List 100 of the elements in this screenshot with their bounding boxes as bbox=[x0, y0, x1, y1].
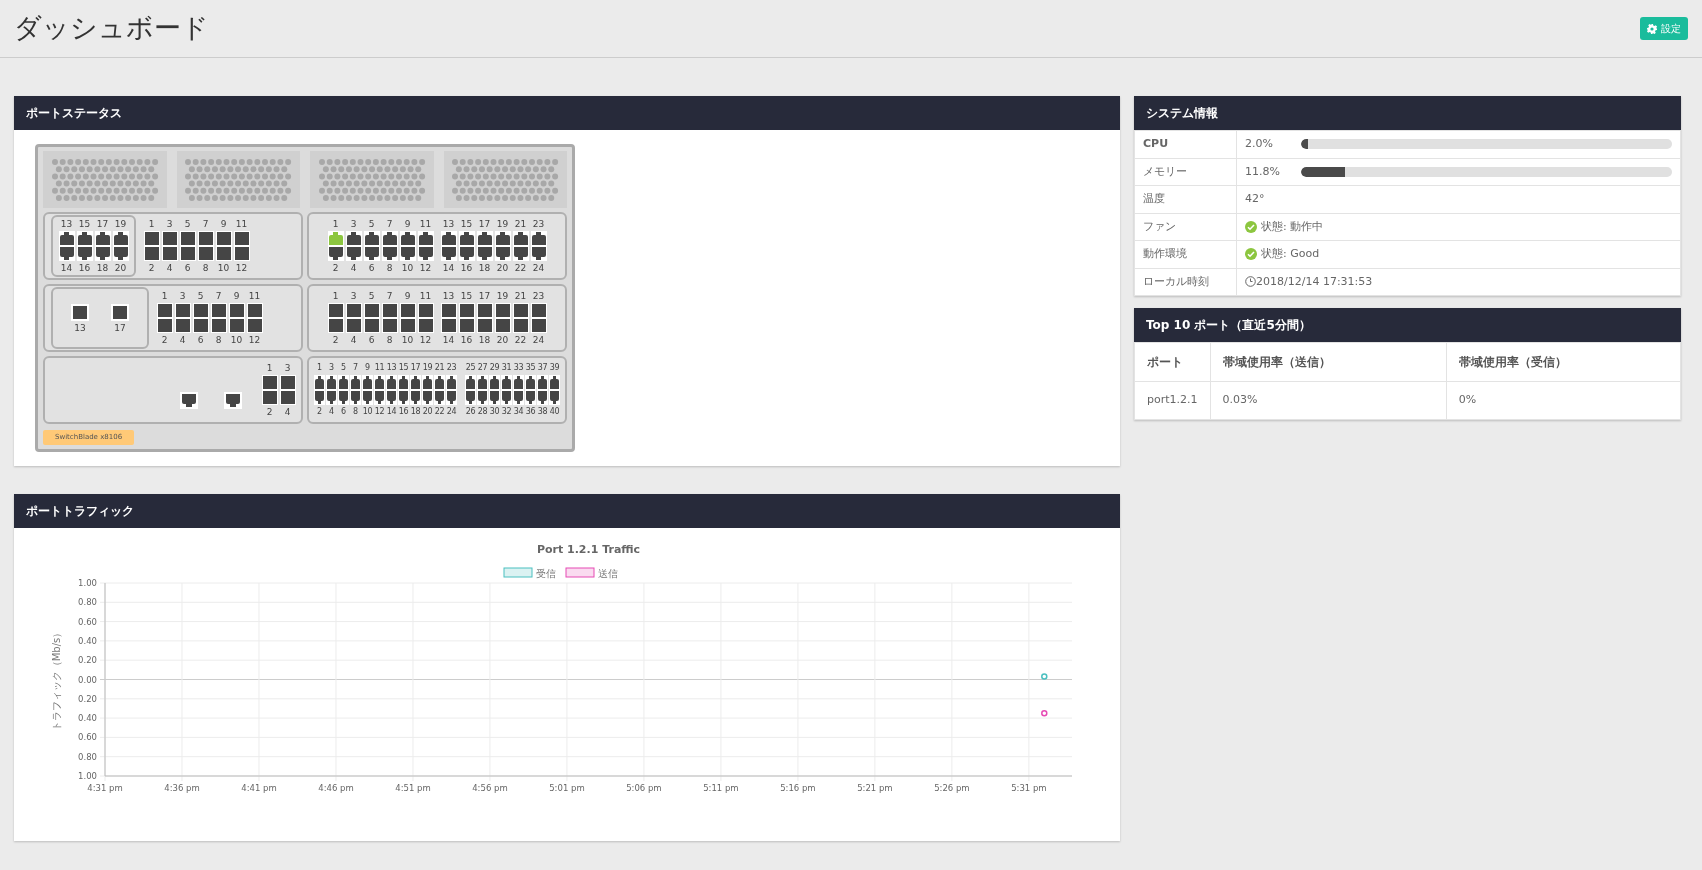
port-number: 11 bbox=[419, 291, 432, 301]
status-text: 状態: 動作中 bbox=[1261, 218, 1324, 235]
column-header: 帯域使用率（送信） bbox=[1210, 342, 1447, 382]
port-number: 2 bbox=[317, 407, 322, 417]
port-number: 17 bbox=[96, 219, 109, 229]
port-number: 24 bbox=[446, 407, 457, 417]
page-title: ダッシュボード bbox=[14, 12, 209, 45]
port-number: 5 bbox=[184, 219, 191, 229]
port-number: 4 bbox=[350, 335, 357, 345]
port-number: 2 bbox=[332, 335, 339, 345]
port-number: 21 bbox=[434, 363, 445, 373]
port-number: 33 bbox=[513, 363, 524, 373]
port-number: 19 bbox=[114, 219, 127, 229]
axis-tick-label: 5:01 pm bbox=[549, 782, 585, 793]
port-number: 3 bbox=[350, 219, 357, 229]
port-number: 22 bbox=[434, 407, 445, 417]
port-number: 7 bbox=[386, 219, 393, 229]
port-number: 14 bbox=[60, 263, 73, 273]
port-number: 5 bbox=[341, 363, 346, 373]
panel-title: ポートトラフィック bbox=[26, 502, 134, 520]
port-number: 40 bbox=[549, 407, 560, 417]
port-number: 4 bbox=[350, 263, 357, 273]
table-cell: 温度 bbox=[1134, 185, 1237, 213]
port-number: 15 bbox=[78, 219, 91, 229]
port-number: 11 bbox=[235, 219, 248, 229]
column-header: ポート bbox=[1134, 342, 1211, 382]
port-number: 3 bbox=[350, 291, 357, 301]
port-number: 18 bbox=[478, 263, 491, 273]
metric-value: 11.8% bbox=[1245, 163, 1281, 180]
port-number: 4 bbox=[179, 335, 186, 345]
column-header: 帯域使用率（受信） bbox=[1446, 342, 1681, 382]
table-cell: CPU bbox=[1134, 130, 1237, 158]
port-number: 29 bbox=[489, 363, 500, 373]
port-number: 2 bbox=[266, 407, 273, 417]
port-number: 9 bbox=[233, 291, 240, 301]
panel-title: Top 10 ポート（直近5分間） bbox=[1146, 317, 1311, 334]
table-cell: メモリー bbox=[1134, 158, 1237, 186]
port-number: 8 bbox=[353, 407, 358, 417]
table-cell: 0% bbox=[1446, 381, 1681, 419]
axis-tick-label: 4:41 pm bbox=[241, 782, 277, 793]
panel-title: システム情報 bbox=[1146, 105, 1218, 122]
port-number: 6 bbox=[184, 263, 191, 273]
port-number: 11 bbox=[248, 291, 261, 301]
port-number: 3 bbox=[284, 363, 291, 373]
table-cell: ファン bbox=[1134, 213, 1237, 241]
axis-title: トラフィック（Mb/s） bbox=[51, 627, 62, 731]
port-number: 8 bbox=[386, 335, 393, 345]
port-number: 21 bbox=[514, 219, 527, 229]
port-number: 31 bbox=[501, 363, 512, 373]
port-number: 1 bbox=[332, 219, 339, 229]
port-number: 10 bbox=[362, 407, 373, 417]
port-number: 38 bbox=[537, 407, 548, 417]
port-number: 13 bbox=[60, 219, 73, 229]
port-number: 15 bbox=[460, 291, 473, 301]
status-text: 状態: Good bbox=[1261, 246, 1320, 262]
port-number: 23 bbox=[532, 219, 545, 229]
table-cell: 0.03% bbox=[1210, 381, 1447, 419]
port-number: 14 bbox=[386, 407, 397, 417]
port-number: 1 bbox=[332, 291, 339, 301]
port-number: 22 bbox=[514, 335, 527, 345]
port-number: 2 bbox=[161, 335, 168, 345]
port-number: 3 bbox=[166, 219, 173, 229]
port-number: 3 bbox=[179, 291, 186, 301]
table-cell: 動作環境 bbox=[1134, 240, 1237, 268]
port-number: 20 bbox=[114, 263, 127, 273]
axis-tick-label: 4:31 pm bbox=[87, 782, 123, 793]
metric-value: 42° bbox=[1245, 192, 1265, 205]
axis-tick-label: 4:46 pm bbox=[318, 782, 354, 793]
port-number: 6 bbox=[368, 263, 375, 273]
port-number: 14 bbox=[442, 263, 455, 273]
legend-label: 送信 bbox=[598, 567, 618, 579]
axis-tick-label: 0.20 bbox=[78, 693, 97, 704]
axis-tick-label: 0.40 bbox=[78, 635, 97, 646]
port-number: 34 bbox=[513, 407, 524, 417]
port-number: 18 bbox=[478, 335, 491, 345]
axis-tick-label: 0.80 bbox=[78, 596, 97, 607]
port-number: 7 bbox=[353, 363, 358, 373]
axis-tick-label: 1.00 bbox=[78, 770, 97, 781]
port-number: 13 bbox=[442, 219, 455, 229]
chart-title: Port 1.2.1 Traffic bbox=[536, 542, 641, 556]
port-number: 16 bbox=[460, 263, 473, 273]
port-number: 36 bbox=[525, 407, 536, 417]
port-number: 12 bbox=[419, 335, 432, 345]
axis-tick-label: 4:56 pm bbox=[472, 782, 508, 793]
port-number: 10 bbox=[230, 335, 243, 345]
port-number: 4 bbox=[166, 263, 173, 273]
port-number: 16 bbox=[78, 263, 91, 273]
port-number: 2 bbox=[148, 263, 155, 273]
axis-tick-label: 5:06 pm bbox=[626, 782, 662, 793]
port-number: 7 bbox=[202, 219, 209, 229]
port-number: 1 bbox=[161, 291, 168, 301]
axis-tick-label: 0.60 bbox=[78, 616, 97, 627]
port-number: 16 bbox=[460, 335, 473, 345]
time-text: 2018/12/14 17:31:53 bbox=[1256, 273, 1373, 290]
port-number: 9 bbox=[404, 219, 411, 229]
axis-tick-label: 4:51 pm bbox=[395, 782, 431, 793]
port-number: 25 bbox=[465, 363, 476, 373]
port-number: 6 bbox=[341, 407, 346, 417]
port-number: 2 bbox=[332, 263, 339, 273]
port-number: 8 bbox=[386, 263, 393, 273]
